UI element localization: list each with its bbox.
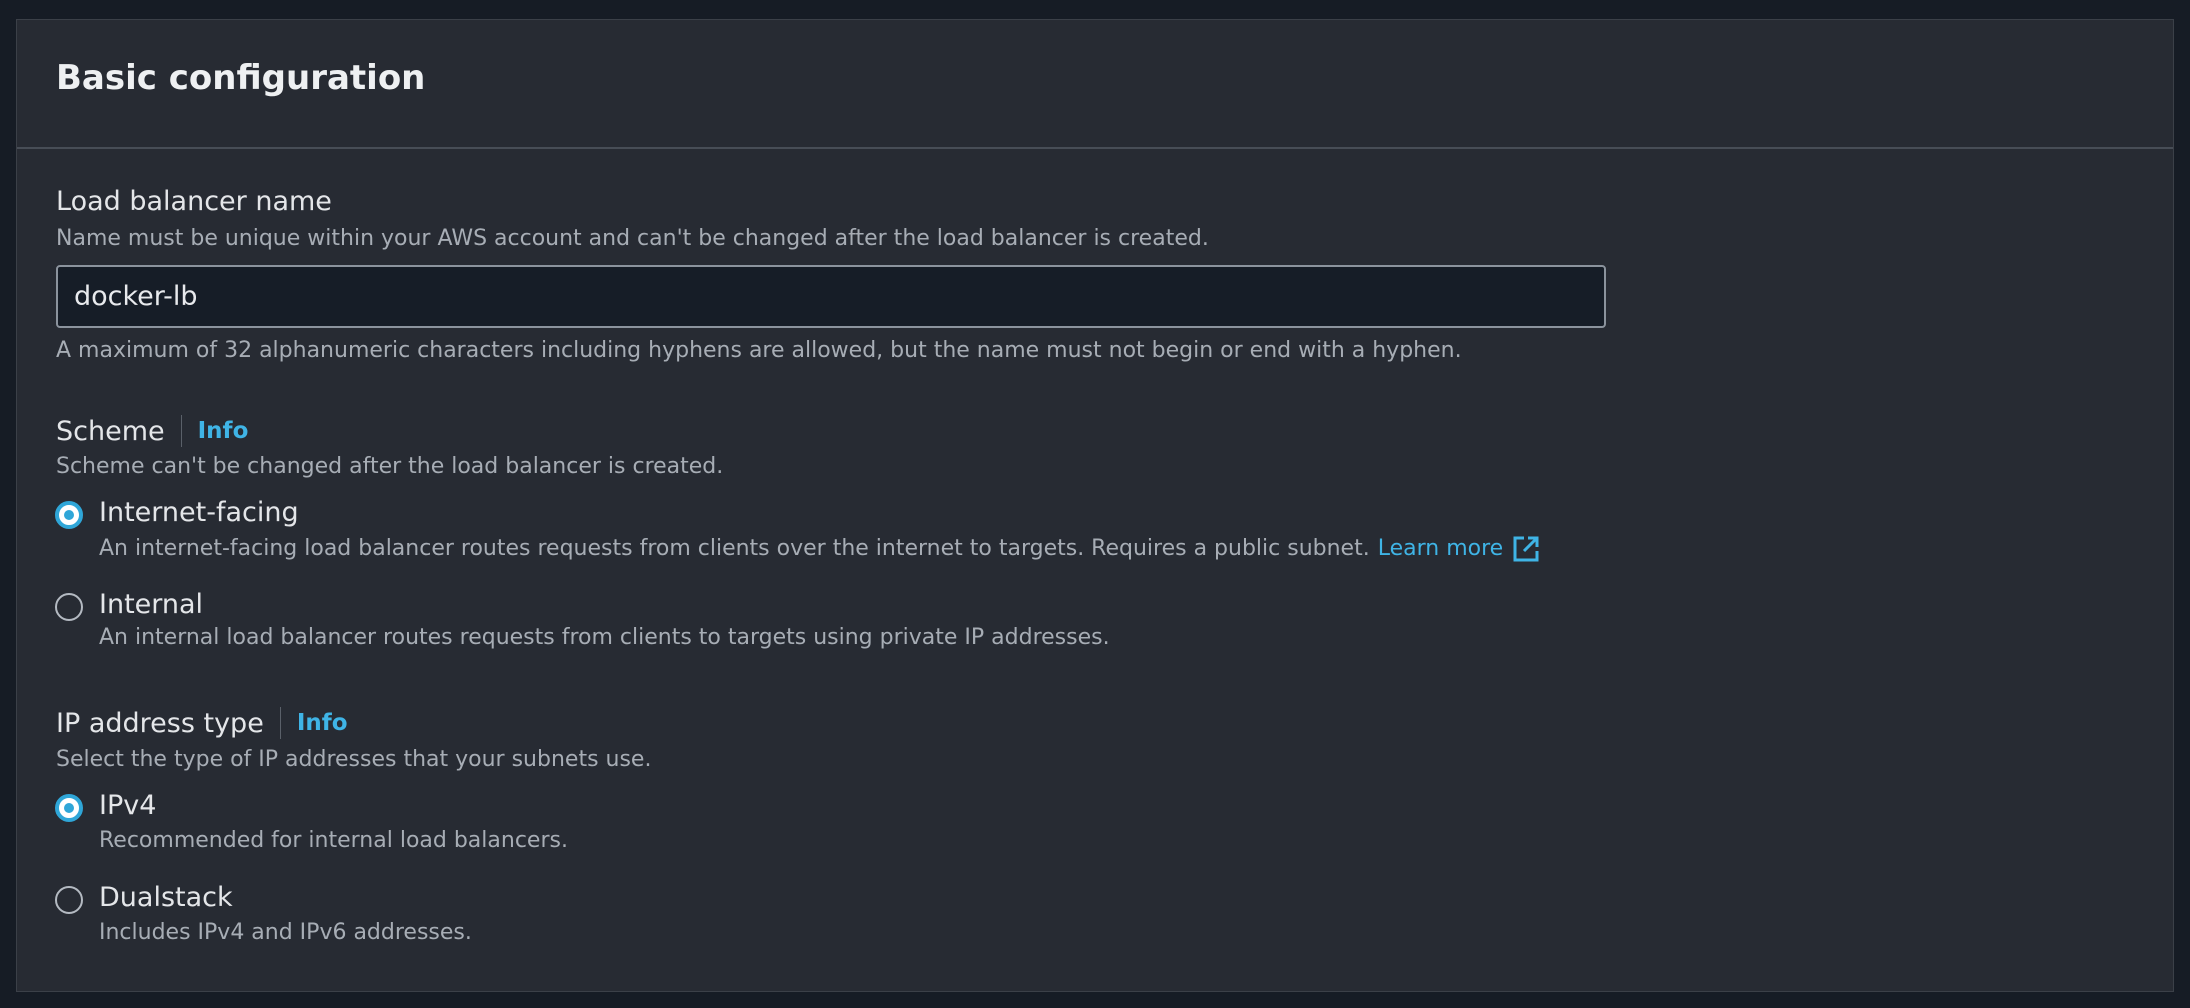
scheme-label: Scheme (56, 415, 165, 447)
scheme-internet-facing-description-text: An internet-facing load balancer routes … (99, 536, 1370, 561)
scheme-internal-description: An internal load balancer routes request… (99, 625, 1110, 650)
scheme-internet-facing-description: An internet-facing load balancer routes … (99, 534, 1541, 564)
load-balancer-name-constraint: A maximum of 32 alphanumeric characters … (56, 338, 1462, 363)
learn-more-label: Learn more (1377, 536, 1504, 561)
ip-type-ipv4-radio[interactable] (55, 794, 83, 822)
load-balancer-name-label: Load balancer name (56, 186, 332, 217)
ip-type-dualstack-description: Includes IPv4 and IPv6 addresses. (99, 920, 472, 945)
ip-address-type-description: Select the type of IP addresses that you… (56, 747, 652, 772)
scheme-label-row: Scheme Info (56, 414, 248, 448)
section-title: Basic configuration (56, 58, 426, 98)
ip-address-type-info-link[interactable]: Info (297, 710, 348, 736)
panel-header: Basic configuration (17, 20, 2173, 149)
load-balancer-name-description: Name must be unique within your AWS acco… (56, 226, 1209, 251)
label-divider (279, 707, 281, 739)
scheme-internet-facing-title[interactable]: Internet-facing (99, 499, 299, 526)
scheme-internet-facing-radio[interactable] (55, 501, 83, 529)
basic-configuration-panel: Basic configuration Load balancer name N… (16, 19, 2174, 992)
scheme-description: Scheme can't be changed after the load b… (56, 454, 724, 479)
scheme-info-link[interactable]: Info (198, 418, 249, 444)
label-divider (180, 415, 182, 447)
scheme-internal-title[interactable]: Internal (99, 591, 203, 618)
ip-type-dualstack-radio[interactable] (55, 886, 83, 914)
load-balancer-name-input[interactable] (56, 265, 1606, 328)
external-link-icon (1513, 536, 1539, 562)
ip-type-ipv4-description: Recommended for internal load balancers. (99, 828, 568, 853)
learn-more-link[interactable]: Learn more (1378, 534, 1541, 564)
scheme-internal-radio[interactable] (55, 593, 83, 621)
ip-address-type-label-row: IP address type Info (56, 706, 348, 740)
ip-address-type-label: IP address type (56, 707, 264, 739)
ip-type-dualstack-title[interactable]: Dualstack (99, 884, 233, 911)
ip-type-ipv4-title[interactable]: IPv4 (99, 792, 156, 819)
